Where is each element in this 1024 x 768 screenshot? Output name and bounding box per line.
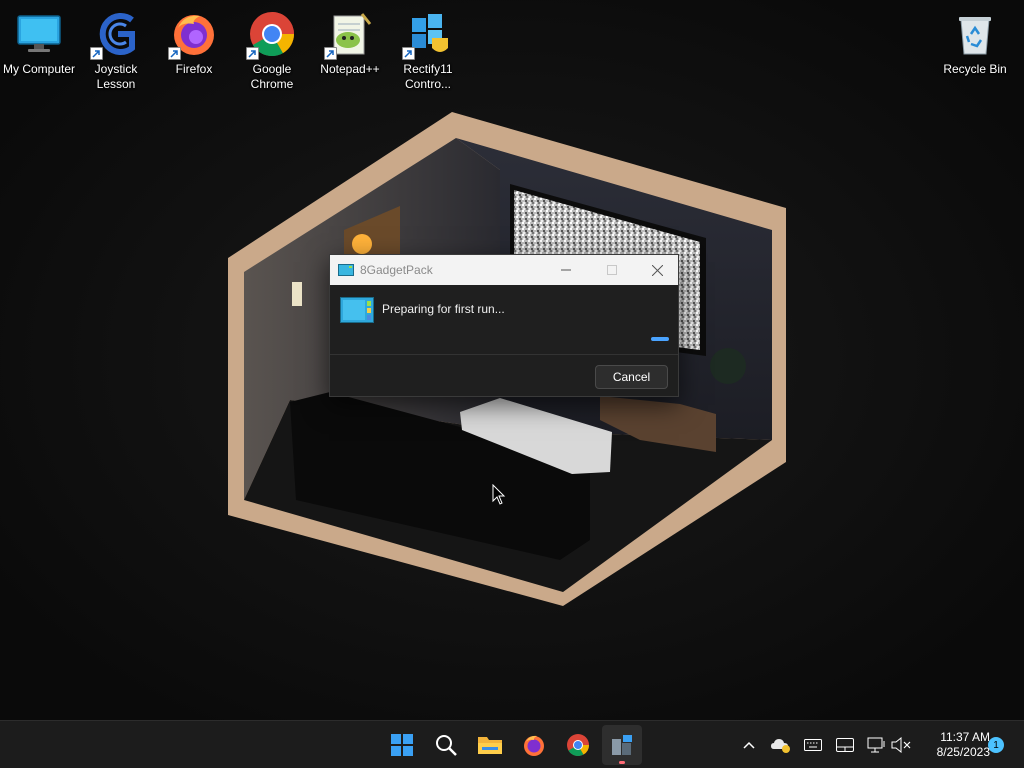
start-button[interactable] (382, 725, 422, 765)
desktop-icon-google-chrome[interactable]: Google Chrome (233, 4, 311, 92)
search-button[interactable] (426, 725, 466, 765)
desktop-icon-notepadpp[interactable]: Notepad++ (311, 4, 389, 77)
onedrive-icon (771, 739, 790, 753)
firefox-taskbar-button[interactable] (514, 725, 554, 765)
notepadpp-icon (324, 10, 374, 60)
8gadgetpack-dialog[interactable]: 8GadgetPack Preparing for first run... C… (329, 254, 679, 397)
8gadgetpack-large-icon (340, 297, 374, 323)
shortcut-arrow-icon (168, 47, 181, 60)
cancel-button[interactable]: Cancel (595, 365, 668, 389)
desktop-icon-joystick-lesson[interactable]: Joystick Lesson (77, 4, 155, 92)
progress-indicator (651, 337, 669, 341)
desktop-icon-rectify11[interactable]: Rectify11 Contro... (389, 4, 467, 92)
8gadgetpack-icon (338, 264, 354, 276)
search-icon (436, 735, 457, 756)
taskbar: 11:37 AM 8/25/2023 1 (0, 720, 1024, 768)
shortcut-arrow-icon (324, 47, 337, 60)
touchpad-tray-button[interactable] (833, 733, 857, 757)
notification-badge[interactable]: 1 (988, 737, 1004, 753)
volume-tray-button[interactable] (889, 733, 913, 757)
maximize-button[interactable] (589, 255, 635, 285)
windows-start-icon (391, 734, 413, 756)
rectify11-icon (402, 10, 452, 60)
keyboard-tray-button[interactable] (801, 733, 825, 757)
desktop-icon-label: Google Chrome (250, 62, 294, 91)
shortcut-arrow-icon (90, 47, 103, 60)
taskbar-clock[interactable]: 11:37 AM 8/25/2023 (918, 730, 990, 760)
desktop-icon-label: Rectify11 Contro... (403, 62, 453, 91)
volume-muted-icon (891, 737, 911, 753)
chrome-icon (567, 734, 589, 757)
network-tray-button[interactable] (865, 733, 889, 757)
shortcut-arrow-icon (402, 47, 415, 60)
file-explorer-button[interactable] (470, 725, 510, 765)
desktop-icon-recycle-bin[interactable]: Recycle Bin (936, 4, 1014, 77)
desktop-icon-my-computer[interactable]: My Computer (0, 4, 78, 77)
recycle-bin-icon (951, 10, 999, 58)
8gadgetpack-taskbar-button[interactable] (602, 725, 642, 765)
desktop-icon-label: Recycle Bin (943, 62, 1007, 76)
dialog-message: Preparing for first run... (382, 302, 505, 316)
touchpad-icon (836, 738, 854, 752)
dialog-title: 8GadgetPack (360, 263, 433, 277)
network-icon (867, 737, 885, 753)
8gadgetpack-icon (612, 735, 632, 755)
show-hidden-icons-button[interactable] (737, 733, 761, 757)
dialog-footer: Cancel (330, 355, 678, 397)
clock-date: 8/25/2023 (936, 745, 990, 759)
minimize-button[interactable] (543, 255, 589, 285)
dialog-body: Preparing for first run... (330, 285, 678, 355)
clock-time: 11:37 AM (940, 730, 990, 744)
file-explorer-icon (478, 737, 502, 754)
keyboard-icon (804, 739, 822, 751)
shortcut-arrow-icon (246, 47, 259, 60)
desktop-icon-label: My Computer (2, 62, 76, 76)
chevron-up-icon (743, 741, 755, 749)
chrome-icon (246, 10, 296, 60)
joystick-app-icon (90, 10, 140, 60)
monitor-icon (15, 10, 63, 58)
mouse-cursor-icon (492, 484, 506, 505)
close-button[interactable] (634, 255, 680, 285)
desktop-icon-label: Notepad++ (320, 62, 380, 76)
firefox-icon (524, 735, 544, 756)
active-app-indicator (619, 761, 625, 764)
desktop-icon-label: Joystick Lesson (94, 62, 138, 91)
desktop-icon-label: Firefox (175, 62, 213, 76)
onedrive-tray-button[interactable] (769, 733, 793, 757)
firefox-icon (168, 10, 218, 60)
dialog-titlebar[interactable]: 8GadgetPack (330, 255, 678, 285)
desktop-icon-firefox[interactable]: Firefox (155, 4, 233, 77)
chrome-taskbar-button[interactable] (558, 725, 598, 765)
